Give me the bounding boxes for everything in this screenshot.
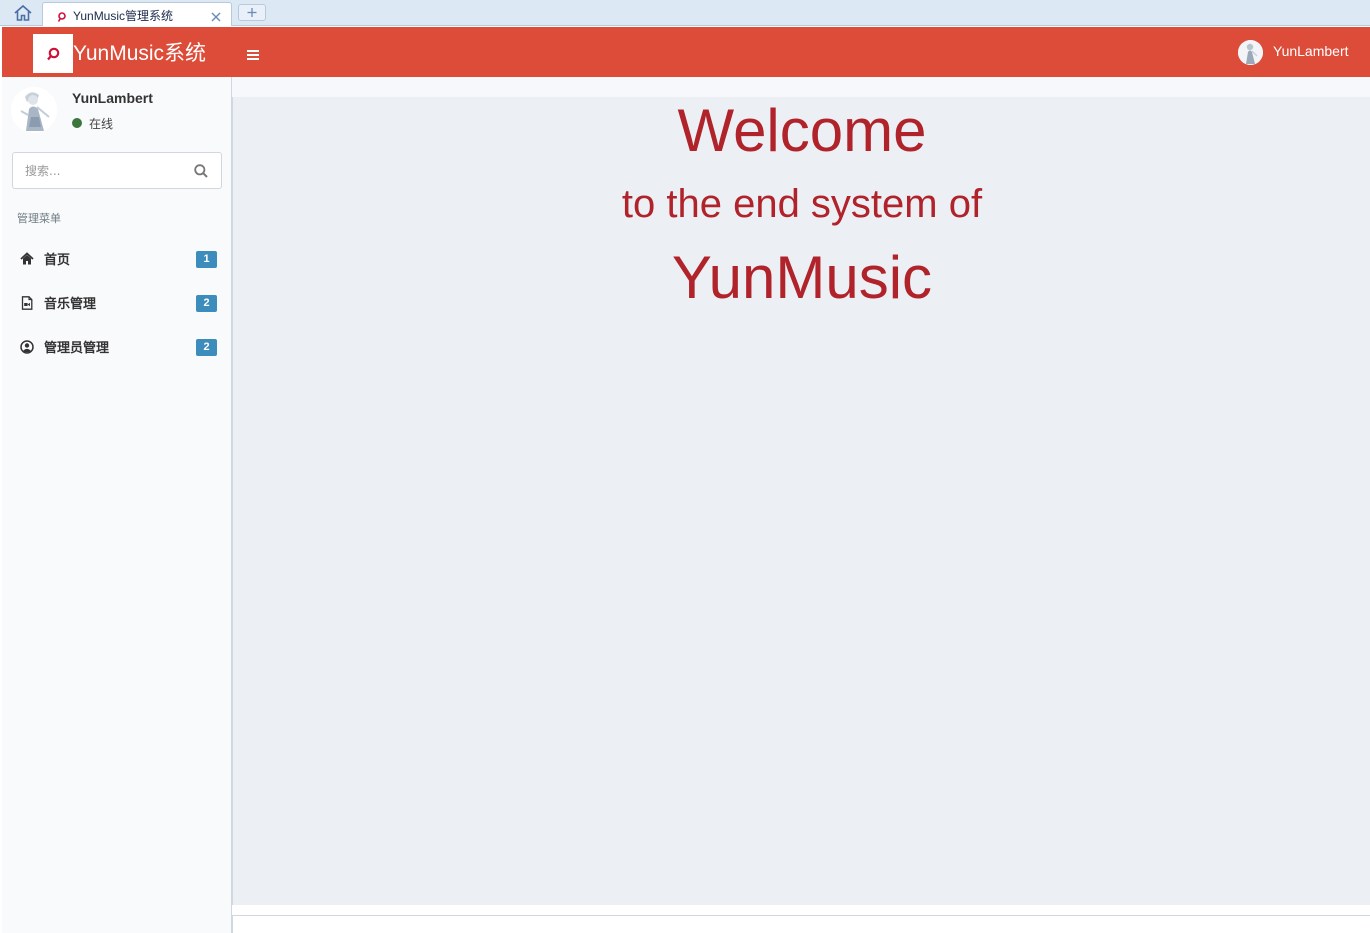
sidebar: YunLambert 在线 管理菜单 首页 1 bbox=[2, 77, 232, 933]
tab-favicon-icon bbox=[57, 8, 67, 22]
welcome-subtitle: to the end system of bbox=[621, 182, 983, 226]
user-panel-avatar bbox=[11, 87, 57, 133]
music-file-icon bbox=[20, 295, 34, 310]
brand-title[interactable]: YunMusic系统 bbox=[73, 37, 206, 67]
sidebar-item-admins[interactable]: 管理员管理 2 bbox=[2, 324, 231, 368]
main-footer bbox=[232, 915, 1370, 933]
sidebar-item-badge: 1 bbox=[196, 251, 217, 268]
search-icon[interactable] bbox=[193, 163, 209, 179]
user-circle-icon bbox=[20, 339, 34, 354]
browser-tab[interactable]: YunMusic管理系统 bbox=[42, 2, 232, 26]
welcome-app-name: YunMusic bbox=[671, 244, 933, 311]
sidebar-item-badge: 2 bbox=[196, 295, 217, 312]
online-status-icon bbox=[72, 118, 82, 128]
sidebar-toggle-icon[interactable] bbox=[246, 46, 260, 60]
sidebar-item-label: 音乐管理 bbox=[44, 297, 97, 312]
main-header: YunMusic系统 YunLambert bbox=[2, 27, 1370, 77]
header-user-name: YunLambert bbox=[1273, 43, 1349, 59]
tab-close-icon[interactable] bbox=[210, 8, 222, 22]
avatar bbox=[1238, 40, 1263, 65]
sidebar-user-name: YunLambert bbox=[72, 90, 153, 106]
content-header-strip bbox=[232, 77, 1370, 97]
sidebar-item-music[interactable]: 音乐管理 2 bbox=[2, 280, 231, 324]
sidebar-item-label: 管理员管理 bbox=[44, 341, 110, 356]
sidebar-item-badge: 2 bbox=[196, 339, 217, 356]
menu-header: 管理菜单 bbox=[17, 212, 61, 225]
content-wrapper: Welcome to the end system of YunMusic bbox=[232, 97, 1370, 905]
search-input[interactable] bbox=[13, 153, 183, 188]
tab-title: YunMusic管理系统 bbox=[73, 9, 174, 23]
new-tab-button[interactable] bbox=[238, 4, 266, 21]
home-icon bbox=[20, 251, 34, 265]
browser-home-icon[interactable] bbox=[13, 4, 33, 22]
sidebar-item-home[interactable]: 首页 1 bbox=[2, 236, 231, 280]
sidebar-item-label: 首页 bbox=[44, 253, 71, 268]
sidebar-search-form bbox=[12, 152, 222, 189]
online-status-text: 在线 bbox=[89, 117, 114, 131]
logo-search-icon bbox=[47, 47, 60, 61]
logo[interactable] bbox=[33, 34, 73, 73]
footer-gap bbox=[232, 905, 1370, 915]
browser-tab-strip: YunMusic管理系统 bbox=[0, 0, 1370, 26]
welcome-title: Welcome bbox=[677, 97, 927, 164]
